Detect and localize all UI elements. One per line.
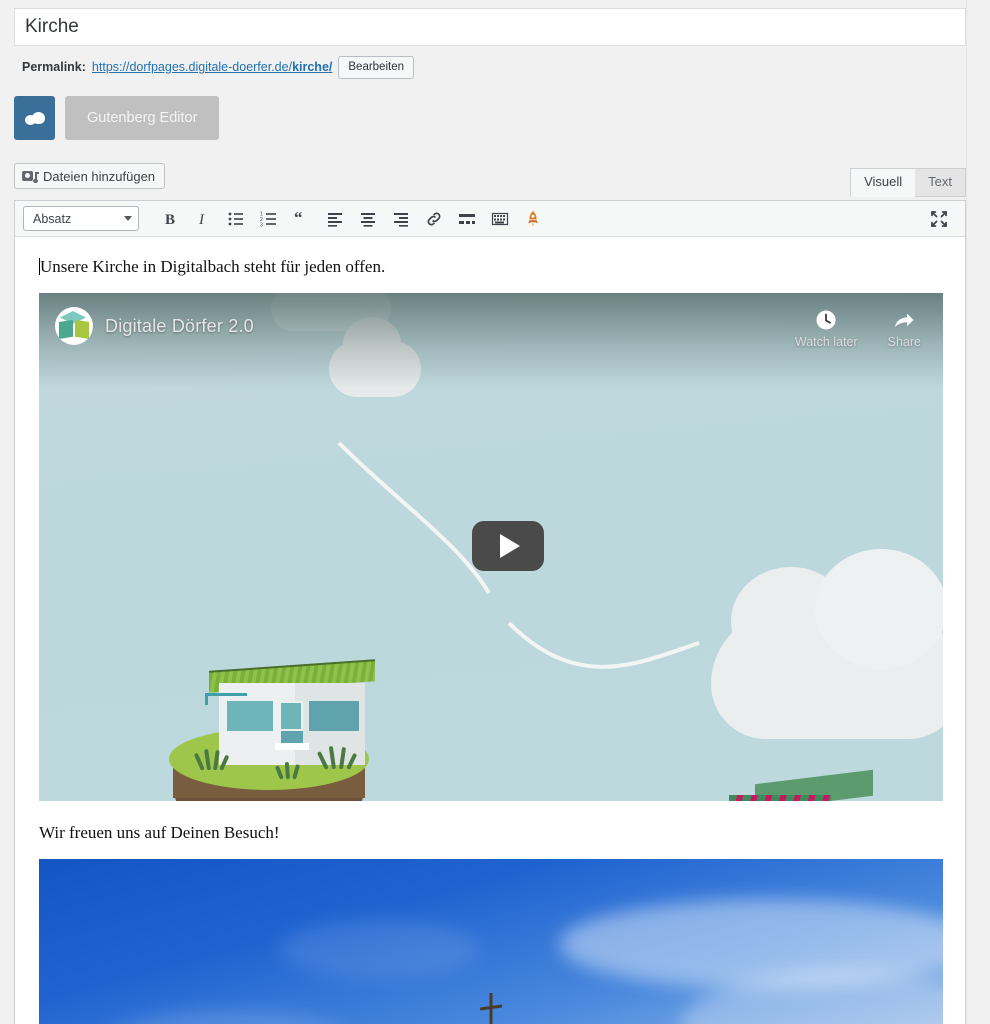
editor-frame: Absatz B I 1 2 3 “ Unsere Kirche in Digi…: [14, 200, 966, 1024]
chevron-down-icon: [124, 216, 132, 221]
cloud-icon-button[interactable]: [14, 96, 55, 140]
insert-more-button[interactable]: [450, 204, 483, 234]
editor-content-body[interactable]: Unsere Kirche in Digitalbach steht für j…: [15, 237, 965, 1024]
wordpress-post-editor: Kirche Permalink: https://dorfpages.digi…: [0, 0, 990, 1024]
italic-button[interactable]: I: [186, 204, 219, 234]
bulleted-list-button[interactable]: [219, 204, 252, 234]
svg-text:B: B: [165, 212, 175, 228]
blockquote-button[interactable]: “: [285, 204, 318, 234]
link-button[interactable]: [417, 204, 450, 234]
align-left-button[interactable]: [318, 204, 351, 234]
paragraph-1[interactable]: Unsere Kirche in Digitalbach steht für j…: [39, 255, 941, 279]
watch-later-button[interactable]: Watch later: [795, 309, 858, 349]
digitale-doerfer-cube-logo[interactable]: [55, 307, 93, 345]
add-media-label: Dateien hinzufügen: [43, 168, 156, 184]
numbered-list-button[interactable]: 1 2 3: [252, 204, 285, 234]
permalink-link[interactable]: https://dorfpages.digitale-doerfer.de/ki…: [92, 60, 332, 74]
svg-text:“: “: [294, 210, 303, 227]
gutenberg-editor-button[interactable]: Gutenberg Editor: [65, 96, 220, 140]
clock-icon: [816, 310, 836, 330]
shop-illustration: [729, 769, 877, 801]
editor-switch-group: Gutenberg Editor: [14, 96, 220, 140]
post-title-field[interactable]: Kirche: [14, 8, 966, 46]
video-actions: Watch later Share: [795, 309, 921, 349]
bold-button[interactable]: B: [153, 204, 186, 234]
bush-1: [193, 748, 231, 771]
cloud-icon: [24, 111, 45, 125]
church-steeple-photo[interactable]: [39, 859, 943, 1024]
bush-3: [274, 761, 305, 780]
add-media-button[interactable]: Dateien hinzufügen: [14, 163, 166, 189]
permalink: Permalink: https://dorfpages.digitale-do…: [22, 55, 414, 79]
permalink-slug: kirche/: [292, 60, 333, 74]
tab-visual[interactable]: Visuell: [850, 168, 916, 197]
video-channel-title: Digitale Dörfer 2.0: [105, 315, 254, 336]
share-label: Share: [887, 335, 921, 349]
editor-mode-tabs: Visuell Text: [850, 168, 966, 197]
align-right-button[interactable]: [384, 204, 417, 234]
toolbar-toggle-button[interactable]: [483, 204, 516, 234]
play-button-icon[interactable]: [472, 521, 544, 571]
right-gutter: [966, 0, 990, 1024]
video-header: Digitale Dörfer 2.0: [55, 307, 254, 345]
watch-later-label: Watch later: [794, 335, 858, 349]
share-arrow-icon: [895, 313, 914, 327]
permalink-edit-button[interactable]: Bearbeiten: [338, 55, 414, 79]
permalink-url-prefix: https://dorfpages.digitale-doerfer.de/: [91, 60, 293, 74]
bush-2: [316, 745, 358, 770]
rocket-button[interactable]: [516, 204, 549, 234]
paragraph-2[interactable]: Wir freuen uns auf Deinen Besuch!: [39, 821, 941, 845]
paragraph-format-value: Absatz: [33, 211, 72, 226]
paragraph-format-select[interactable]: Absatz: [23, 206, 139, 231]
align-center-button[interactable]: [351, 204, 384, 234]
svg-text:I: I: [198, 212, 205, 228]
permalink-label: Permalink:: [22, 60, 86, 74]
tab-text[interactable]: Text: [915, 168, 966, 197]
editor-toolbar: Absatz B I 1 2 3 “: [15, 201, 965, 237]
share-button[interactable]: Share: [888, 309, 921, 349]
post-title-value: Kirche: [25, 16, 79, 37]
svg-text:3: 3: [260, 222, 263, 228]
youtube-video-embed[interactable]: Digitale Dörfer 2.0 Watch later Share: [39, 293, 943, 801]
paragraph-1-text: Unsere Kirche in Digitalbach steht für j…: [40, 257, 386, 276]
media-camera-icon: [22, 169, 39, 184]
fullscreen-toggle-button[interactable]: [921, 204, 957, 234]
